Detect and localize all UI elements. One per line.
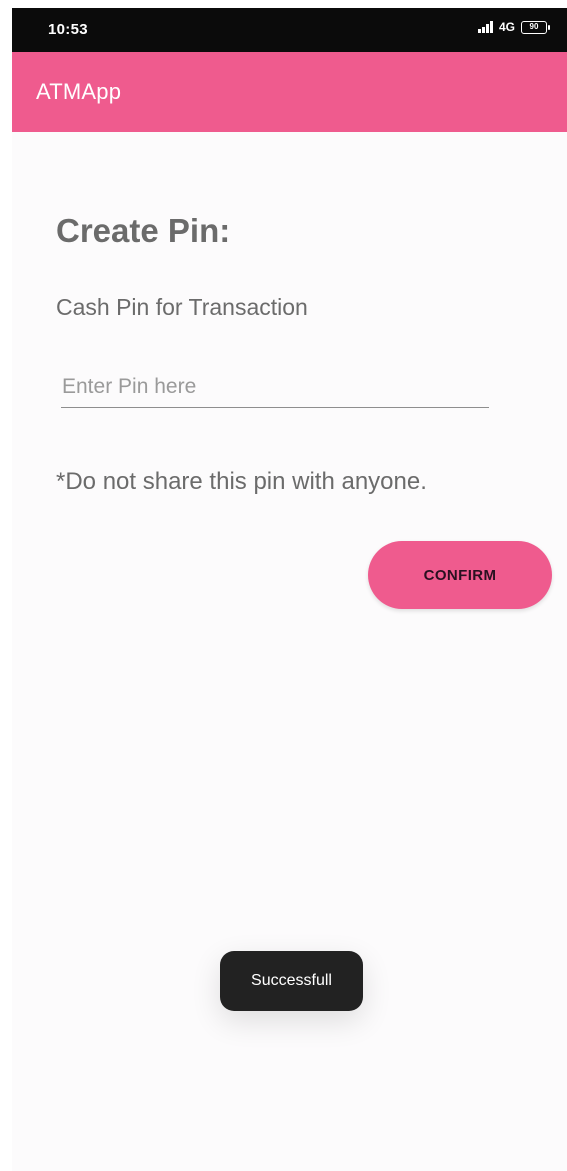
- app-title: ATMApp: [36, 79, 122, 104]
- signal-icon: [478, 21, 493, 33]
- page-subtitle: Cash Pin for Transaction: [56, 294, 308, 320]
- status-time: 10:53: [48, 21, 88, 38]
- confirm-button[interactable]: CONFIRM: [368, 541, 552, 609]
- status-bar: 10:53 4G 90: [12, 8, 567, 52]
- pin-input[interactable]: [61, 366, 489, 408]
- status-icons: 4G 90: [478, 20, 550, 34]
- toast-message: Successfull: [220, 951, 363, 1011]
- network-type: 4G: [498, 20, 515, 34]
- pin-warning-text: *Do not share this pin with anyone.: [56, 468, 427, 495]
- battery-icon: 90: [521, 20, 550, 34]
- app-screen: 10:53 4G 90 ATMApp Create Pin: Cash Pin …: [12, 8, 567, 1171]
- page-title: Create Pin:: [56, 212, 231, 249]
- app-bar: ATMApp: [12, 52, 567, 132]
- battery-level: 90: [529, 22, 539, 31]
